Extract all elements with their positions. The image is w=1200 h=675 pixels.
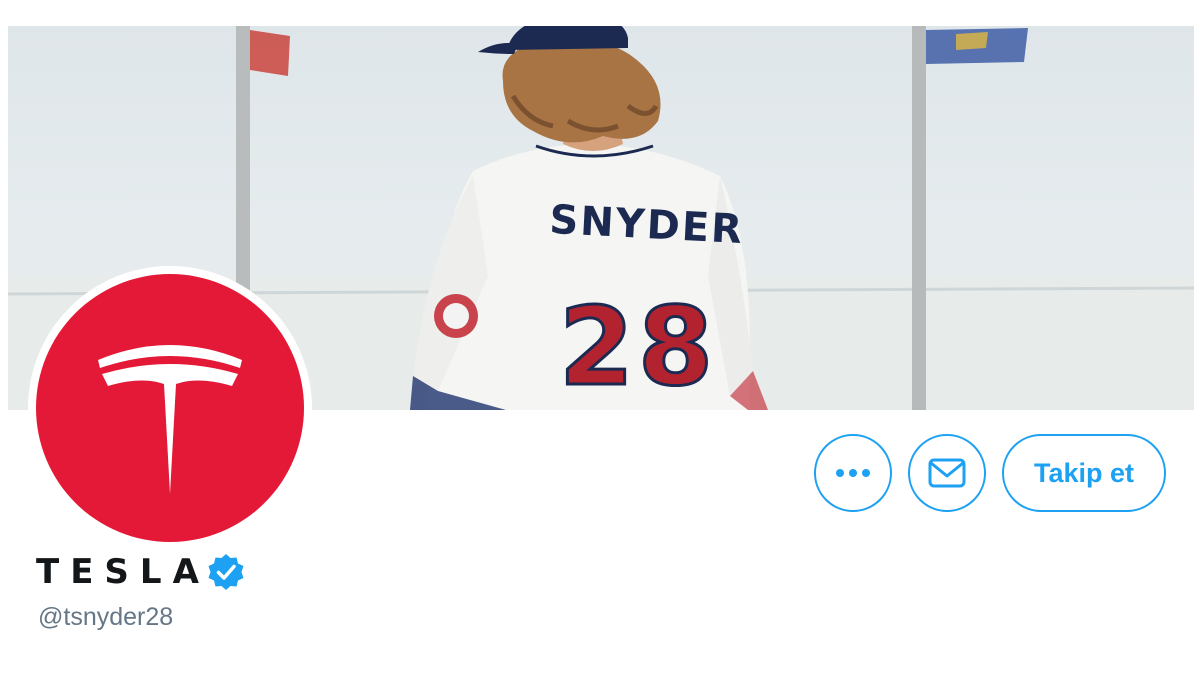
verified-badge-icon [208,554,244,590]
jersey-number: 28 [559,285,717,410]
display-name: TESLA [36,552,210,592]
tesla-logo-icon [98,345,242,494]
follow-button[interactable]: Takip et [1001,434,1166,512]
profile-handle: @tsnyder28 [38,603,174,631]
message-button[interactable] [907,434,986,512]
avatar-image [36,274,304,542]
envelope-icon [928,458,966,488]
avatar[interactable] [28,266,312,550]
profile-actions: Takip et [813,434,1166,512]
profile-page: SNYDER 28 Takip et TESLA @tsnyder28 [0,0,1200,675]
profile-name-row: TESLA [36,552,246,592]
more-button[interactable] [813,434,892,512]
more-horizontal-icon [835,469,870,477]
